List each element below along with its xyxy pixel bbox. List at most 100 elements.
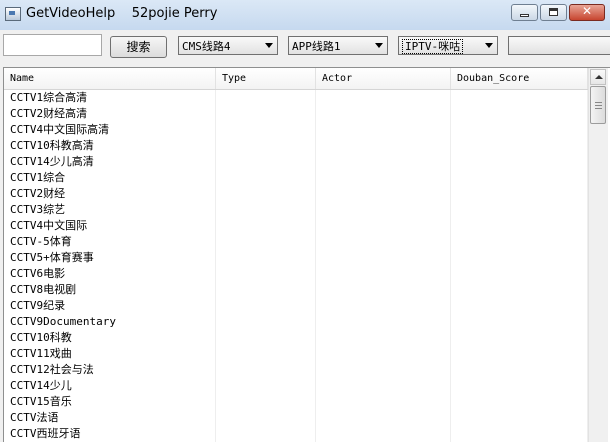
cell-douban-score xyxy=(451,282,588,298)
table-row[interactable]: CCTV12社会与法 xyxy=(4,362,588,378)
title-bar[interactable]: GetVideoHelp 52pojie Perry ✕ xyxy=(0,0,610,30)
cell-name: CCTV12社会与法 xyxy=(4,362,216,378)
table-row[interactable]: CCTV15音乐 xyxy=(4,394,588,410)
table-row[interactable]: CCTV2财经高清 xyxy=(4,106,588,122)
table-row[interactable]: CCTV8电视剧 xyxy=(4,282,588,298)
table-row[interactable]: CCTV-5体育 xyxy=(4,234,588,250)
iptv-line-select[interactable]: IPTV-咪咕 xyxy=(398,36,498,55)
cell-actor xyxy=(316,282,451,298)
cell-actor xyxy=(316,202,451,218)
column-header-type[interactable]: Type xyxy=(216,68,316,89)
cell-douban-score xyxy=(451,170,588,186)
cell-type xyxy=(216,154,316,170)
cell-type xyxy=(216,298,316,314)
table-row[interactable]: CCTV6电影 xyxy=(4,266,588,282)
table-row[interactable]: CCTV1综合高清 xyxy=(4,90,588,106)
table-row[interactable]: CCTV西班牙语 xyxy=(4,426,588,442)
table-row[interactable]: CCTV11戏曲 xyxy=(4,346,588,362)
cell-type xyxy=(216,362,316,378)
scroll-up-arrow-icon[interactable] xyxy=(590,69,606,85)
cell-actor xyxy=(316,410,451,426)
cell-type xyxy=(216,330,316,346)
cell-name: CCTV11戏曲 xyxy=(4,346,216,362)
app-line-value: APP线路1 xyxy=(292,40,341,53)
cell-douban-score xyxy=(451,234,588,250)
close-button[interactable]: ✕ xyxy=(569,4,605,21)
table-row[interactable]: CCTV4中文国际高清 xyxy=(4,122,588,138)
cell-actor xyxy=(316,122,451,138)
cell-type xyxy=(216,186,316,202)
app-line-select[interactable]: APP线路1 xyxy=(288,36,388,55)
cell-name: CCTV9纪录 xyxy=(4,298,216,314)
cell-actor xyxy=(316,378,451,394)
extra-select[interactable] xyxy=(508,36,610,55)
cell-actor xyxy=(316,362,451,378)
cell-type xyxy=(216,122,316,138)
cell-name: CCTV西班牙语 xyxy=(4,426,216,442)
search-input[interactable] xyxy=(3,34,102,56)
cms-line-value: CMS线路4 xyxy=(182,40,231,53)
cms-line-select[interactable]: CMS线路4 xyxy=(178,36,278,55)
cell-actor xyxy=(316,298,451,314)
table-row[interactable]: CCTV14少儿 xyxy=(4,378,588,394)
table-row[interactable]: CCTV法语 xyxy=(4,410,588,426)
cell-actor xyxy=(316,250,451,266)
cell-type xyxy=(216,410,316,426)
chevron-down-icon xyxy=(485,43,493,48)
cell-name: CCTV2财经 xyxy=(4,186,216,202)
cell-douban-score xyxy=(451,106,588,122)
grip-line xyxy=(595,102,602,103)
cell-type xyxy=(216,170,316,186)
table-row[interactable]: CCTV4中文国际 xyxy=(4,218,588,234)
minimize-button[interactable] xyxy=(511,4,538,21)
cell-douban-score xyxy=(451,394,588,410)
table-row[interactable]: CCTV1综合 xyxy=(4,170,588,186)
table-row[interactable]: CCTV3综艺 xyxy=(4,202,588,218)
table-row[interactable]: CCTV10科教高清 xyxy=(4,138,588,154)
scrollbar-thumb[interactable] xyxy=(590,86,606,124)
cell-type xyxy=(216,234,316,250)
cell-type xyxy=(216,378,316,394)
column-header-douban-score[interactable]: Douban_Score xyxy=(451,68,588,89)
cell-actor xyxy=(316,138,451,154)
cell-type xyxy=(216,394,316,410)
cell-douban-score xyxy=(451,346,588,362)
table-row[interactable]: CCTV2财经 xyxy=(4,186,588,202)
cell-name: CCTV4中文国际 xyxy=(4,218,216,234)
table-row[interactable]: CCTV5+体育赛事 xyxy=(4,250,588,266)
grip-line xyxy=(595,105,602,106)
table-row[interactable]: CCTV9Documentary xyxy=(4,314,588,330)
cell-type xyxy=(216,218,316,234)
cell-douban-score xyxy=(451,314,588,330)
cell-actor xyxy=(316,346,451,362)
cell-name: CCTV2财经高清 xyxy=(4,106,216,122)
cell-douban-score xyxy=(451,154,588,170)
cell-douban-score xyxy=(451,378,588,394)
app-window-icon xyxy=(5,7,21,21)
cell-actor xyxy=(316,394,451,410)
close-icon: ✕ xyxy=(581,4,593,18)
table-row[interactable]: CCTV14少儿高清 xyxy=(4,154,588,170)
cell-name: CCTV14少儿高清 xyxy=(4,154,216,170)
cell-actor xyxy=(316,106,451,122)
column-header-name[interactable]: Name xyxy=(4,68,216,89)
cell-name: CCTV15音乐 xyxy=(4,394,216,410)
table-row[interactable]: CCTV9纪录 xyxy=(4,298,588,314)
cell-name: CCTV10科教高清 xyxy=(4,138,216,154)
maximize-button[interactable] xyxy=(540,4,567,21)
search-button[interactable]: 搜索 xyxy=(110,36,167,58)
cell-type xyxy=(216,250,316,266)
cell-type xyxy=(216,346,316,362)
cell-douban-score xyxy=(451,362,588,378)
cell-douban-score xyxy=(451,330,588,346)
chevron-down-icon xyxy=(265,43,273,48)
cell-douban-score xyxy=(451,90,588,106)
cell-actor xyxy=(316,234,451,250)
vertical-scrollbar[interactable] xyxy=(588,68,608,442)
column-header-actor[interactable]: Actor xyxy=(316,68,451,89)
cell-type xyxy=(216,138,316,154)
table-row[interactable]: CCTV10科教 xyxy=(4,330,588,346)
cell-douban-score xyxy=(451,122,588,138)
cell-douban-score xyxy=(451,218,588,234)
cell-name: CCTV1综合高清 xyxy=(4,90,216,106)
